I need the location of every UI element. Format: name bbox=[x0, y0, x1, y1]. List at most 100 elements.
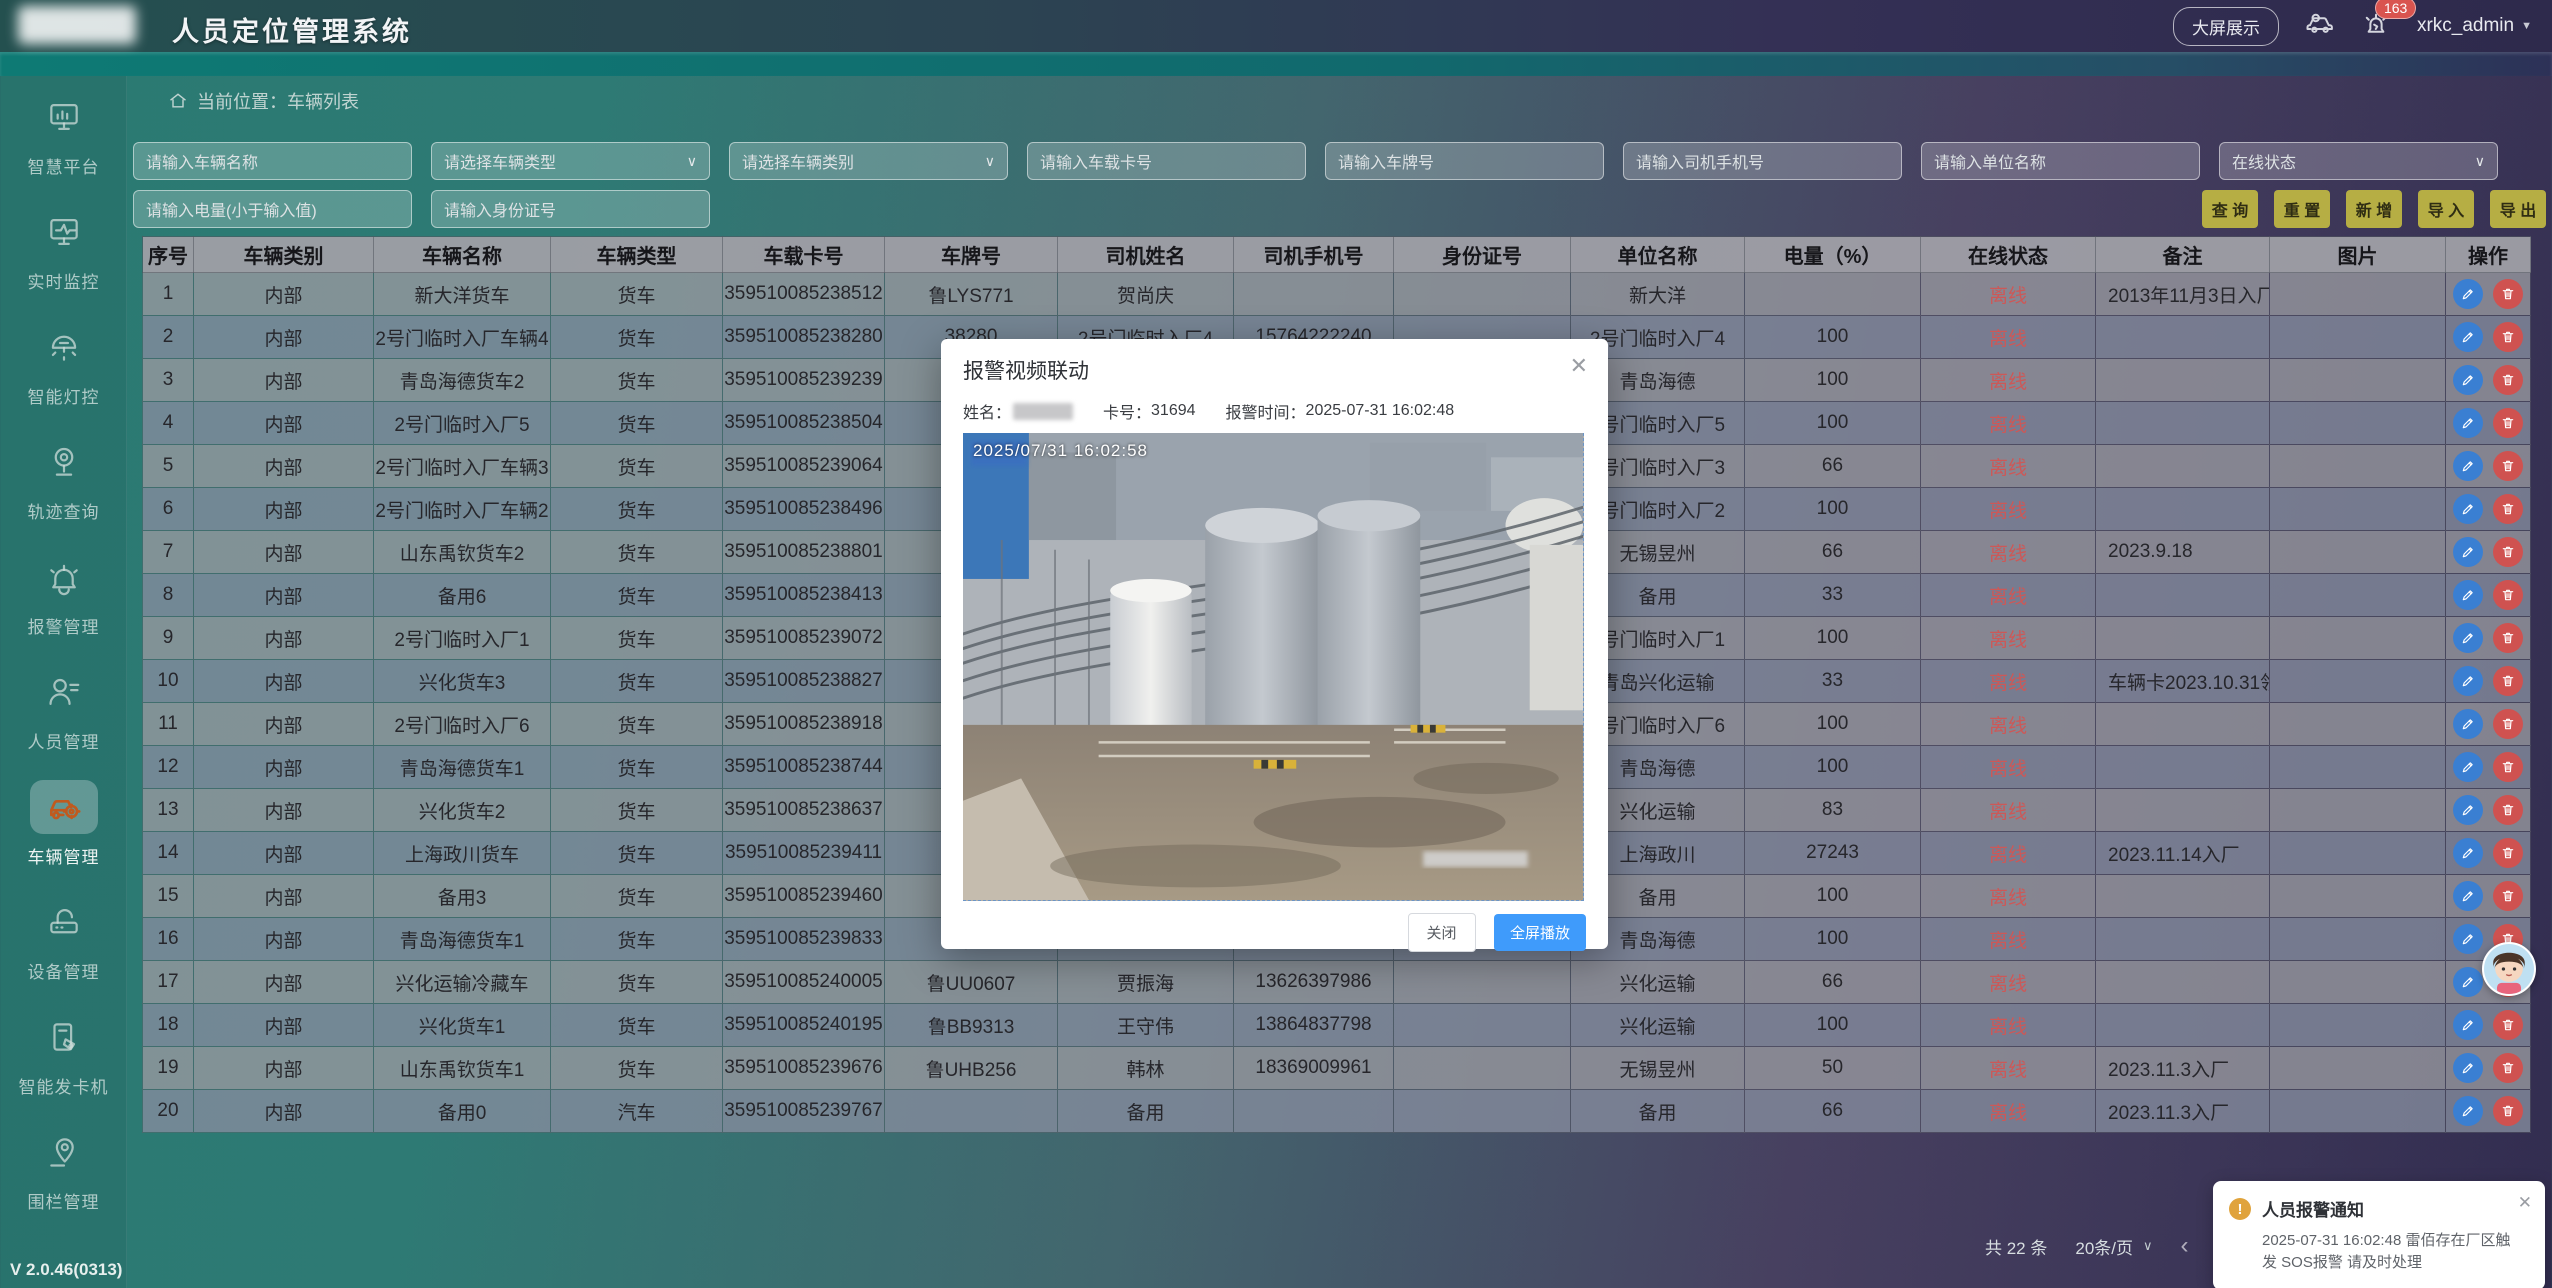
cell-text: 50 bbox=[1822, 1057, 1843, 1078]
edit-button[interactable] bbox=[2453, 666, 2483, 696]
assistant-avatar-button[interactable] bbox=[2482, 942, 2536, 996]
fullscreen-play-button[interactable]: 全屏播放 bbox=[1494, 914, 1586, 951]
sidebar-item-5[interactable]: 人员管理 bbox=[0, 651, 127, 766]
edit-button[interactable] bbox=[2453, 1053, 2483, 1083]
sidebar-item-8[interactable]: 智能发卡机 bbox=[0, 996, 127, 1111]
edit-button[interactable] bbox=[2453, 494, 2483, 524]
sidebar-item-4[interactable]: 报警管理 bbox=[0, 536, 127, 651]
id-card-input[interactable]: 请输入身份证号 bbox=[431, 190, 710, 228]
cell-text: 货车 bbox=[617, 544, 655, 565]
delete-button[interactable] bbox=[2493, 709, 2523, 739]
edit-button[interactable] bbox=[2453, 408, 2483, 438]
cell-text: 货车 bbox=[617, 845, 655, 866]
edit-button[interactable] bbox=[2453, 1096, 2483, 1126]
delete-button[interactable] bbox=[2493, 623, 2523, 653]
cell-text: 内部 bbox=[264, 673, 302, 694]
placeholder-text: 请输入单位名称 bbox=[1934, 149, 2046, 173]
driver-phone-input[interactable]: 请输入司机手机号 bbox=[1623, 142, 1902, 180]
vehicle-type-select[interactable]: 请选择车辆类型∨ bbox=[431, 142, 710, 180]
trash-icon bbox=[2500, 329, 2516, 345]
edit-button[interactable] bbox=[2453, 967, 2483, 997]
edit-button[interactable] bbox=[2453, 795, 2483, 825]
delete-button[interactable] bbox=[2493, 1053, 2523, 1083]
edit-button[interactable] bbox=[2453, 838, 2483, 868]
cell-text: 山东禹钦货车1 bbox=[400, 1060, 525, 1081]
prev-page-button[interactable]: ‹ bbox=[2181, 1232, 2189, 1260]
sidebar-item-3[interactable]: 轨迹查询 bbox=[0, 421, 127, 536]
modal-title: 报警视频联动 bbox=[963, 355, 1586, 385]
column-header: 车牌号 bbox=[885, 237, 1058, 273]
delete-button[interactable] bbox=[2493, 365, 2523, 395]
edit-button[interactable] bbox=[2453, 709, 2483, 739]
vehicle-monitor-icon[interactable] bbox=[2305, 9, 2335, 44]
plate-number-input[interactable]: 请输入车牌号 bbox=[1325, 142, 1604, 180]
alarm-bell-icon[interactable]: 163 bbox=[2361, 9, 2391, 44]
chevron-down-icon: ∨ bbox=[2143, 1238, 2153, 1254]
add-button[interactable]: 新 增 bbox=[2346, 190, 2402, 228]
delete-button[interactable] bbox=[2493, 580, 2523, 610]
page-size-select[interactable]: 20条/页 bbox=[2075, 1234, 2133, 1259]
card-label: 卡号： bbox=[1103, 399, 1151, 423]
edit-button[interactable] bbox=[2453, 537, 2483, 567]
edit-button[interactable] bbox=[2453, 580, 2483, 610]
sidebar-item-2[interactable]: 智能灯控 bbox=[0, 306, 127, 421]
edit-pen-icon bbox=[2460, 802, 2476, 818]
cell-text: 备用 bbox=[1638, 587, 1676, 608]
online-status-select[interactable]: 在线状态∨ bbox=[2219, 142, 2498, 180]
edit-button[interactable] bbox=[2453, 322, 2483, 352]
edit-button[interactable] bbox=[2453, 623, 2483, 653]
delete-button[interactable] bbox=[2493, 838, 2523, 868]
edit-button[interactable] bbox=[2453, 365, 2483, 395]
modal-close-button[interactable]: 关闭 bbox=[1408, 913, 1476, 952]
modal-close-icon[interactable]: ✕ bbox=[1570, 353, 1588, 379]
toast-close-icon[interactable]: ✕ bbox=[2518, 1193, 2532, 1213]
card-number-input[interactable]: 请输入车载卡号 bbox=[1027, 142, 1306, 180]
delete-button[interactable] bbox=[2493, 279, 2523, 309]
delete-button[interactable] bbox=[2493, 408, 2523, 438]
delete-button[interactable] bbox=[2493, 451, 2523, 481]
edit-button[interactable] bbox=[2453, 752, 2483, 782]
cell-text: 2 bbox=[163, 326, 174, 347]
export-button[interactable]: 导 出 bbox=[2490, 190, 2546, 228]
row-actions bbox=[2446, 402, 2531, 445]
battery-input[interactable]: 请输入电量(小于输入值) bbox=[133, 190, 412, 228]
delete-button[interactable] bbox=[2493, 1096, 2523, 1126]
user-menu[interactable]: xrkc_admin▼ bbox=[2417, 15, 2532, 37]
industrial-plant-image bbox=[963, 433, 1583, 900]
cell-text: 货车 bbox=[617, 329, 655, 350]
cell-text: 青岛海德货车2 bbox=[400, 372, 525, 393]
vehicle-category-select[interactable]: 请选择车辆类别∨ bbox=[729, 142, 1008, 180]
edit-button[interactable] bbox=[2453, 881, 2483, 911]
delete-button[interactable] bbox=[2493, 795, 2523, 825]
sidebar-item-0[interactable]: 智慧平台 bbox=[0, 76, 127, 191]
edit-pen-icon bbox=[2460, 845, 2476, 861]
delete-button[interactable] bbox=[2493, 1010, 2523, 1040]
delete-button[interactable] bbox=[2493, 666, 2523, 696]
delete-button[interactable] bbox=[2493, 752, 2523, 782]
cell-text: 货车 bbox=[617, 372, 655, 393]
delete-button[interactable] bbox=[2493, 322, 2523, 352]
delete-button[interactable] bbox=[2493, 537, 2523, 567]
edit-pen-icon bbox=[2460, 630, 2476, 646]
cell-text: 100 bbox=[1817, 369, 1849, 390]
edit-button[interactable] bbox=[2453, 279, 2483, 309]
delete-button[interactable] bbox=[2493, 881, 2523, 911]
sidebar-item-6[interactable]: 车辆管理 bbox=[0, 766, 127, 881]
query-button[interactable]: 查 询 bbox=[2202, 190, 2258, 228]
sidebar-item-9[interactable]: 围栏管理 bbox=[0, 1111, 127, 1226]
edit-button[interactable] bbox=[2453, 1010, 2483, 1040]
import-button[interactable]: 导 入 bbox=[2418, 190, 2474, 228]
cell-text: 13 bbox=[157, 799, 178, 820]
vehicle-name-input[interactable]: 请输入车辆名称 bbox=[133, 142, 412, 180]
edit-button[interactable] bbox=[2453, 451, 2483, 481]
org-name-input[interactable]: 请输入单位名称 bbox=[1921, 142, 2200, 180]
big-screen-button[interactable]: 大屏展示 bbox=[2173, 7, 2279, 46]
cell-text: 兴化运输 bbox=[1619, 1017, 1695, 1038]
alarm-info-row: 姓名： 卡号： 31694 报警时间： 2025-07-31 16:02:48 bbox=[963, 399, 1586, 423]
edit-button[interactable] bbox=[2453, 924, 2483, 954]
delete-button[interactable] bbox=[2493, 494, 2523, 524]
reset-button[interactable]: 重 置 bbox=[2274, 190, 2330, 228]
sidebar-item-7[interactable]: 设备管理 bbox=[0, 881, 127, 996]
cell-text: 66 bbox=[1822, 455, 1843, 476]
sidebar-item-1[interactable]: 实时监控 bbox=[0, 191, 127, 306]
